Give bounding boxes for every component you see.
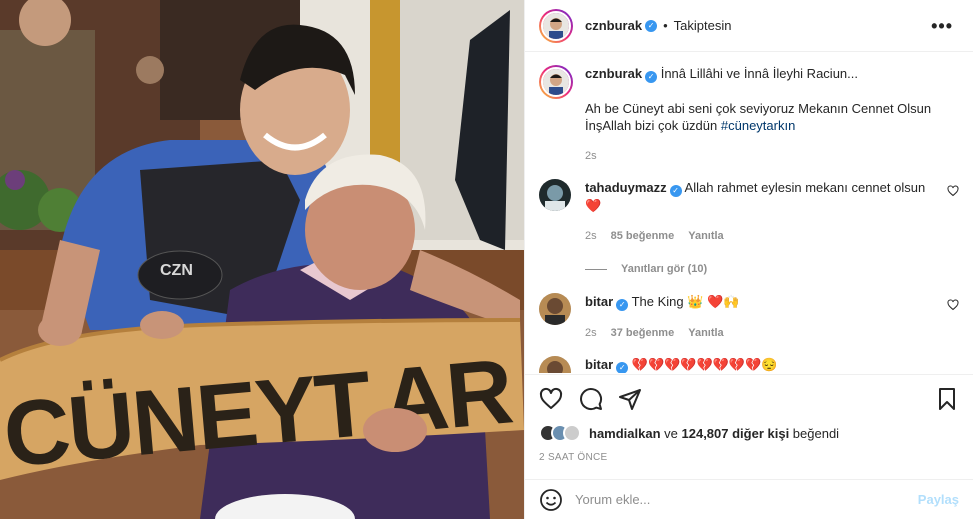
comment-likes[interactable]: 37 beğenme [611, 325, 675, 342]
caption-time: 2s [585, 150, 597, 162]
comment-time: 2s [585, 327, 597, 339]
add-comment-bar: Paylaş [525, 479, 973, 519]
commenter-avatar[interactable] [539, 293, 571, 325]
view-replies-label[interactable]: Yanıtları gör (10) [621, 263, 707, 275]
comments-list[interactable]: cznburak ✓ İnnâ Lillâhi ve İnnâ İleyhi Ra… [525, 53, 973, 373]
reply-button[interactable]: Yanıtla [688, 228, 723, 245]
comment-text: Allah rahmet eylesin mekanı cennet olsun [684, 180, 926, 195]
likes-count[interactable]: 124,807 diğer kişi [682, 426, 790, 441]
comment-item: tahaduymazz ✓ Allah rahmet eylesin mekanı… [539, 179, 959, 245]
likes-connector: ve [660, 425, 682, 441]
post-header: cznburak ✓ • Takiptesin ••• [525, 0, 973, 52]
share-icon[interactable] [618, 387, 642, 411]
comment-like-icon[interactable] [947, 299, 959, 314]
verified-icon: ✓ [616, 299, 629, 311]
commenter-username[interactable]: tahaduymazz [585, 180, 667, 195]
verified-icon: ✓ [645, 19, 658, 32]
caption-line1: İnnâ Lillâhi ve İnnâ İleyhi Raciun... [660, 66, 858, 81]
caption-hashtag[interactable]: #cüneytarkın [721, 118, 795, 133]
reply-button[interactable]: Yanıtla [688, 325, 723, 342]
replies-divider [585, 268, 607, 270]
separator-dot: • [663, 18, 668, 33]
likes-suffix: beğendi [789, 425, 840, 441]
comment-item: bitar ✓ 💔💔💔💔💔💔💔💔😔 [539, 356, 959, 373]
comment-like-icon[interactable] [947, 185, 959, 200]
post-timestamp[interactable]: 2 SAAT ÖNCE [539, 452, 608, 463]
action-bar [525, 374, 973, 422]
apron-text: CZN [160, 262, 193, 279]
view-replies-button[interactable]: Yanıtları gör (10) [585, 263, 959, 275]
post-photo[interactable]: CZN CÜNEYT.AR [0, 0, 524, 519]
post-image: CZN CÜNEYT.AR [0, 0, 524, 519]
comment-time: 2s [585, 230, 597, 242]
comment-text: 💔💔💔💔💔💔💔💔😔 [631, 357, 778, 372]
commenter-username[interactable]: bitar [585, 294, 613, 309]
liker-avatars[interactable] [539, 424, 581, 442]
verified-icon: ✓ [645, 71, 658, 83]
comment-text: The King 👑 ❤️🙌 [631, 294, 740, 309]
likes-summary: hamdialkan ve 124,807 diğer kişi beğendi [539, 424, 959, 442]
emoji-icon[interactable] [539, 488, 563, 512]
verified-icon: ✓ [669, 185, 682, 197]
post-comment-button[interactable]: Paylaş [918, 492, 959, 507]
comment-likes[interactable]: 85 beğenme [611, 228, 675, 245]
comment-icon[interactable] [579, 387, 603, 411]
follow-status[interactable]: Takiptesin [674, 18, 732, 33]
caption-avatar[interactable] [539, 65, 573, 99]
commenter-avatar[interactable] [539, 179, 571, 211]
comment-item: bitar ✓ The King 👑 ❤️🙌 2s 37 beğenme Yanı… [539, 293, 959, 342]
verified-icon: ✓ [616, 362, 629, 373]
more-icon[interactable]: ••• [931, 16, 953, 37]
commenter-avatar[interactable] [539, 356, 571, 373]
author-avatar[interactable] [539, 8, 573, 43]
caption: cznburak ✓ İnnâ Lillâhi ve İnnâ İleyhi Ra… [539, 65, 959, 165]
caption-username[interactable]: cznburak [585, 66, 642, 81]
comment-emoji: ❤️ [585, 198, 602, 213]
post-side-panel: cznburak ✓ • Takiptesin ••• cznburak ✓ İn… [524, 0, 973, 519]
first-liker[interactable]: hamdialkan [589, 426, 661, 441]
comment-input[interactable] [575, 492, 918, 507]
bookmark-icon[interactable] [935, 387, 959, 411]
heart-icon[interactable] [539, 387, 563, 411]
author-username[interactable]: cznburak [585, 18, 642, 33]
commenter-username[interactable]: bitar [585, 357, 613, 372]
